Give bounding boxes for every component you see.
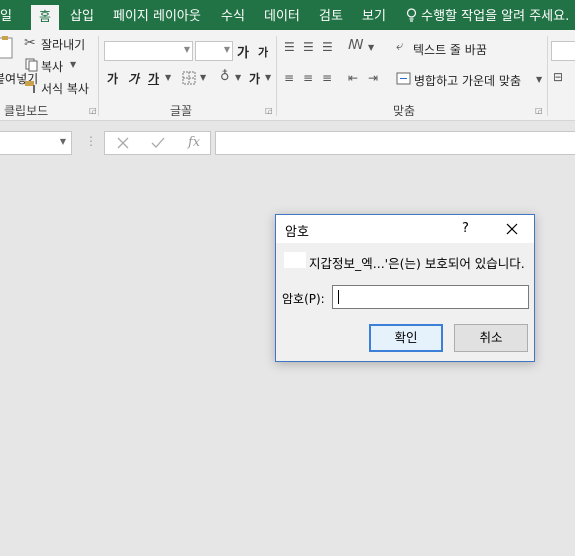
ribbon: 붙여넣기 ✂ 잘라내기 복사 ▼ 서식 복사 클립보드 ◲ ▼ ▼ 가 가 가 …: [0, 30, 575, 121]
tab-page-layout[interactable]: 페이지 레이아웃: [113, 0, 201, 30]
redacted-filename: [284, 252, 306, 268]
tab-formulas[interactable]: 수식: [221, 0, 245, 30]
orientation-dropdown-icon[interactable]: ▼: [368, 43, 374, 52]
formula-buttons: fx: [104, 131, 211, 155]
copy-button[interactable]: 복사: [41, 58, 63, 75]
align-top-icon[interactable]: ☰: [284, 40, 295, 54]
tell-me-search[interactable]: 수행할 작업을 알려 주세요.: [406, 0, 569, 30]
tell-me-text: 수행할 작업을 알려 주세요.: [421, 9, 570, 24]
text-caret: [338, 290, 339, 304]
wrap-text-button[interactable]: 텍스트 줄 바꿈: [413, 41, 487, 58]
clipboard-launcher-icon[interactable]: ◲: [89, 106, 97, 115]
format-painter-icon: [25, 81, 35, 93]
currency-format-icon[interactable]: ⊟: [553, 70, 563, 84]
font-name-dropdown-icon: ▼: [183, 45, 190, 54]
menu-bar: 일 홈 삽입 페이지 레이아웃 수식 데이터 검토 보기 수행할 작업을 알려 …: [0, 0, 575, 30]
dialog-titlebar: 암호 ?: [276, 215, 534, 243]
clipboard-group-label: 클립보드: [4, 104, 49, 118]
merge-center-icon: [396, 72, 411, 85]
tab-review[interactable]: 검토: [319, 0, 343, 30]
merge-center-button[interactable]: 병합하고 가운데 맞춤: [414, 72, 521, 89]
bold-button[interactable]: 가: [107, 70, 118, 87]
borders-icon[interactable]: [182, 71, 196, 85]
name-box-dropdown-icon: ▼: [59, 137, 66, 146]
borders-dropdown-icon[interactable]: ▼: [200, 73, 206, 82]
decrease-indent-icon[interactable]: ⇤: [348, 71, 358, 85]
increase-indent-icon[interactable]: ⇥: [368, 71, 378, 85]
align-bottom-icon[interactable]: ☰: [322, 40, 333, 54]
font-color-dropdown-icon[interactable]: ▼: [265, 73, 271, 82]
help-button[interactable]: ?: [462, 221, 469, 236]
shrink-font-button[interactable]: 가: [258, 44, 268, 60]
font-launcher-icon[interactable]: ◲: [265, 106, 273, 115]
group-divider: [276, 36, 277, 116]
dialog-message: 지갑정보_엑...'은(는) 보호되어 있습니다.: [309, 256, 525, 271]
font-group-label: 글꼴: [170, 104, 193, 118]
tab-view[interactable]: 보기: [362, 0, 386, 30]
formula-bar: ▼ ⋮ fx: [0, 121, 575, 167]
name-box[interactable]: ▼: [0, 131, 72, 155]
tab-file[interactable]: 일: [0, 0, 12, 30]
font-name-combo[interactable]: ▼: [104, 41, 193, 61]
confirm-entry-icon[interactable]: [151, 137, 165, 149]
cancel-entry-icon[interactable]: [117, 137, 129, 149]
close-icon[interactable]: [504, 221, 520, 237]
cut-button[interactable]: 잘라내기: [41, 36, 85, 53]
password-dialog: 암호 ? 지갑정보_엑...'은(는) 보호되어 있습니다. 암호(P): 확인…: [275, 214, 535, 362]
tab-data[interactable]: 데이터: [264, 0, 300, 30]
cancel-button[interactable]: 취소: [454, 324, 528, 352]
font-size-combo[interactable]: ▼: [195, 41, 233, 61]
orientation-icon[interactable]: ꟿ: [348, 38, 364, 53]
password-input[interactable]: [332, 285, 529, 309]
alignment-launcher-icon[interactable]: ◲: [535, 106, 543, 115]
scissors-icon: ✂: [24, 35, 36, 51]
password-label: 암호(P):: [282, 292, 325, 306]
align-right-icon[interactable]: ≡: [322, 71, 332, 85]
paste-icon: [0, 36, 13, 59]
alignment-group-label: 맞춤: [393, 104, 416, 118]
insert-function-button[interactable]: fx: [188, 135, 200, 150]
font-size-dropdown-icon: ▼: [223, 45, 230, 54]
fill-color-dropdown-icon[interactable]: ▼: [235, 73, 241, 82]
copy-icon: [25, 58, 38, 72]
group-divider: [98, 36, 99, 116]
formula-input[interactable]: [215, 131, 575, 155]
paste-button[interactable]: 붙여넣기: [0, 36, 38, 86]
align-left-icon[interactable]: ≡: [284, 71, 294, 85]
font-color-button[interactable]: 가: [249, 70, 260, 87]
ok-button[interactable]: 확인: [369, 324, 443, 352]
group-divider: [547, 36, 548, 116]
number-format-combo[interactable]: [551, 41, 575, 61]
dialog-title: 암호: [285, 225, 309, 240]
wrap-text-icon: ⤶: [396, 39, 404, 54]
underline-button[interactable]: 가: [148, 70, 159, 87]
format-painter-button[interactable]: 서식 복사: [41, 80, 89, 97]
underline-dropdown-icon[interactable]: ▼: [165, 73, 171, 82]
grow-font-button[interactable]: 가: [237, 42, 249, 61]
italic-button[interactable]: 가: [128, 70, 139, 87]
merge-dropdown-icon[interactable]: ▼: [536, 75, 542, 84]
align-center-icon[interactable]: ≡: [303, 71, 313, 85]
align-middle-icon[interactable]: ☰: [303, 40, 314, 54]
copy-dropdown-icon[interactable]: ▼: [70, 60, 76, 69]
tab-insert[interactable]: 삽입: [70, 0, 94, 30]
vertical-dots-icon: ⋮: [85, 134, 97, 148]
tab-home[interactable]: 홈: [31, 5, 59, 30]
fill-color-icon[interactable]: ♁: [220, 69, 230, 84]
lightbulb-icon: [406, 8, 417, 22]
